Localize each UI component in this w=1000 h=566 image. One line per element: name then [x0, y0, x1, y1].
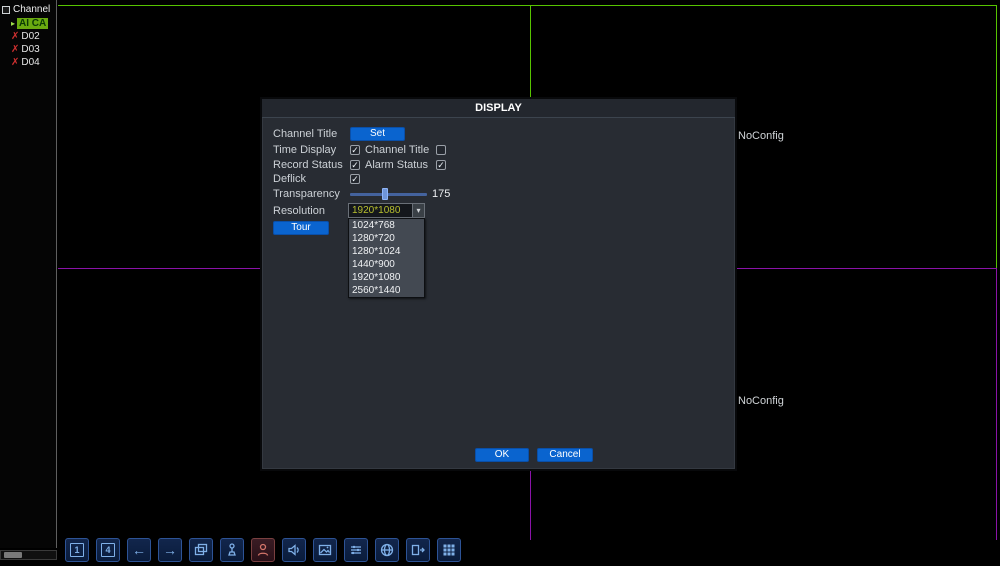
channel-item-d02[interactable]: ✗ D02 [0, 30, 56, 43]
offline-x-icon: ✗ [11, 30, 20, 42]
resolution-option-2[interactable]: 1280*720 [349, 232, 424, 245]
channel-tree-panel: Channel ▸ AI CA ✗ D02 ✗ D03 ✗ D04 [0, 0, 57, 548]
user-button[interactable] [251, 538, 275, 562]
resolution-select[interactable]: 1920*1080 ▾ [348, 203, 425, 218]
dialog-body: Channel Title Set Time Display Channel T… [262, 118, 735, 469]
bottom-toolbar: 1 4 ← → [65, 538, 461, 562]
play-icon: ▸ [11, 18, 16, 28]
dvr-app: Channel ▸ AI CA ✗ D02 ✗ D03 ✗ D04 NoConf… [0, 0, 1000, 566]
tour-toolbar-button[interactable] [189, 538, 213, 562]
previous-channel-button[interactable]: ← [127, 538, 151, 562]
channel-item-label: D02 [21, 31, 40, 42]
deflick-label: Deflick [273, 173, 307, 185]
display-dialog: DISPLAY Channel Title Set Time Display C… [260, 97, 737, 471]
alarm-status-label: Alarm Status [365, 159, 428, 171]
resolution-option-4[interactable]: 1440*900 [349, 258, 424, 271]
channel-item-label: D04 [21, 57, 40, 68]
speaker-icon [286, 542, 302, 558]
channel-item-d03[interactable]: ✗ D03 [0, 43, 56, 56]
ptz-joystick-icon [224, 542, 240, 558]
channel-tree-root-label: Channel [13, 4, 51, 15]
resolution-dropdown-list: 1024*768 1280*720 1280*1024 1440*900 192… [348, 218, 425, 298]
grid-icon [441, 542, 457, 558]
image-color-button[interactable] [313, 538, 337, 562]
resolution-value: 1920*1080 [352, 205, 401, 216]
single-screen-icon: 1 [70, 543, 84, 557]
tour-button[interactable]: Tour [273, 221, 329, 235]
cancel-button[interactable]: Cancel [537, 448, 593, 462]
record-status-label: Record Status [273, 159, 343, 171]
resolution-option-6[interactable]: 2560*1440 [349, 284, 424, 297]
channel-tree-root[interactable]: Channel [0, 0, 56, 17]
alarm-status-checkbox[interactable] [436, 160, 446, 170]
noconfig-label-pane2: NoConfig [738, 130, 784, 142]
channel-group-icon [2, 5, 10, 14]
sidebar-scrollbar[interactable] [0, 550, 57, 560]
image-icon [317, 542, 333, 558]
single-screen-button[interactable]: 1 [65, 538, 89, 562]
resolution-option-5[interactable]: 1920*1080 [349, 271, 424, 284]
logout-button[interactable] [406, 538, 430, 562]
channel-item-label: D03 [21, 44, 40, 55]
transparency-value: 175 [432, 188, 451, 200]
arrow-left-icon: ← [132, 542, 146, 558]
scrollbar-thumb[interactable] [4, 552, 22, 558]
globe-icon [379, 542, 395, 558]
resolution-option-1[interactable]: 1024*768 [349, 219, 424, 232]
channel-title-label: Channel Title [273, 128, 338, 140]
channel-grid-button[interactable] [437, 538, 461, 562]
channel-item-d04[interactable]: ✗ D04 [0, 56, 56, 69]
logout-icon [410, 542, 426, 558]
channel-title-checkbox-label: Channel Title [365, 144, 430, 156]
chevron-down-icon[interactable]: ▾ [412, 204, 424, 217]
next-channel-button[interactable]: → [158, 538, 182, 562]
pane-border-right-bottom [996, 268, 997, 540]
ptz-button[interactable] [220, 538, 244, 562]
transparency-slider-handle[interactable] [382, 188, 388, 200]
channel-item-d01[interactable]: ▸ AI CA [0, 17, 56, 30]
record-status-checkbox[interactable] [350, 160, 360, 170]
dialog-title: DISPLAY [262, 99, 735, 118]
time-display-label: Time Display [273, 144, 337, 156]
sliders-icon [348, 542, 364, 558]
quad-screen-icon: 4 [101, 543, 115, 557]
resolution-label: Resolution [273, 205, 325, 217]
offline-x-icon: ✗ [11, 43, 20, 55]
channel-title-checkbox[interactable] [436, 145, 446, 155]
set-button[interactable]: Set [350, 127, 405, 141]
output-adjust-button[interactable] [344, 538, 368, 562]
active-pane-border-right [996, 5, 997, 268]
offline-x-icon: ✗ [11, 56, 20, 68]
ok-button[interactable]: OK [475, 448, 529, 462]
user-icon [255, 542, 271, 558]
tour-icon [193, 542, 209, 558]
channel-item-label: AI CA [17, 18, 49, 29]
transparency-label: Transparency [273, 188, 340, 200]
resolution-option-3[interactable]: 1280*1024 [349, 245, 424, 258]
quad-screen-button[interactable]: 4 [96, 538, 120, 562]
network-button[interactable] [375, 538, 399, 562]
transparency-slider[interactable] [350, 193, 427, 196]
deflick-checkbox[interactable] [350, 174, 360, 184]
arrow-right-icon: → [163, 542, 177, 558]
time-display-checkbox[interactable] [350, 145, 360, 155]
voice-button[interactable] [282, 538, 306, 562]
noconfig-label-pane4: NoConfig [738, 395, 784, 407]
active-pane-border-top [58, 5, 997, 6]
